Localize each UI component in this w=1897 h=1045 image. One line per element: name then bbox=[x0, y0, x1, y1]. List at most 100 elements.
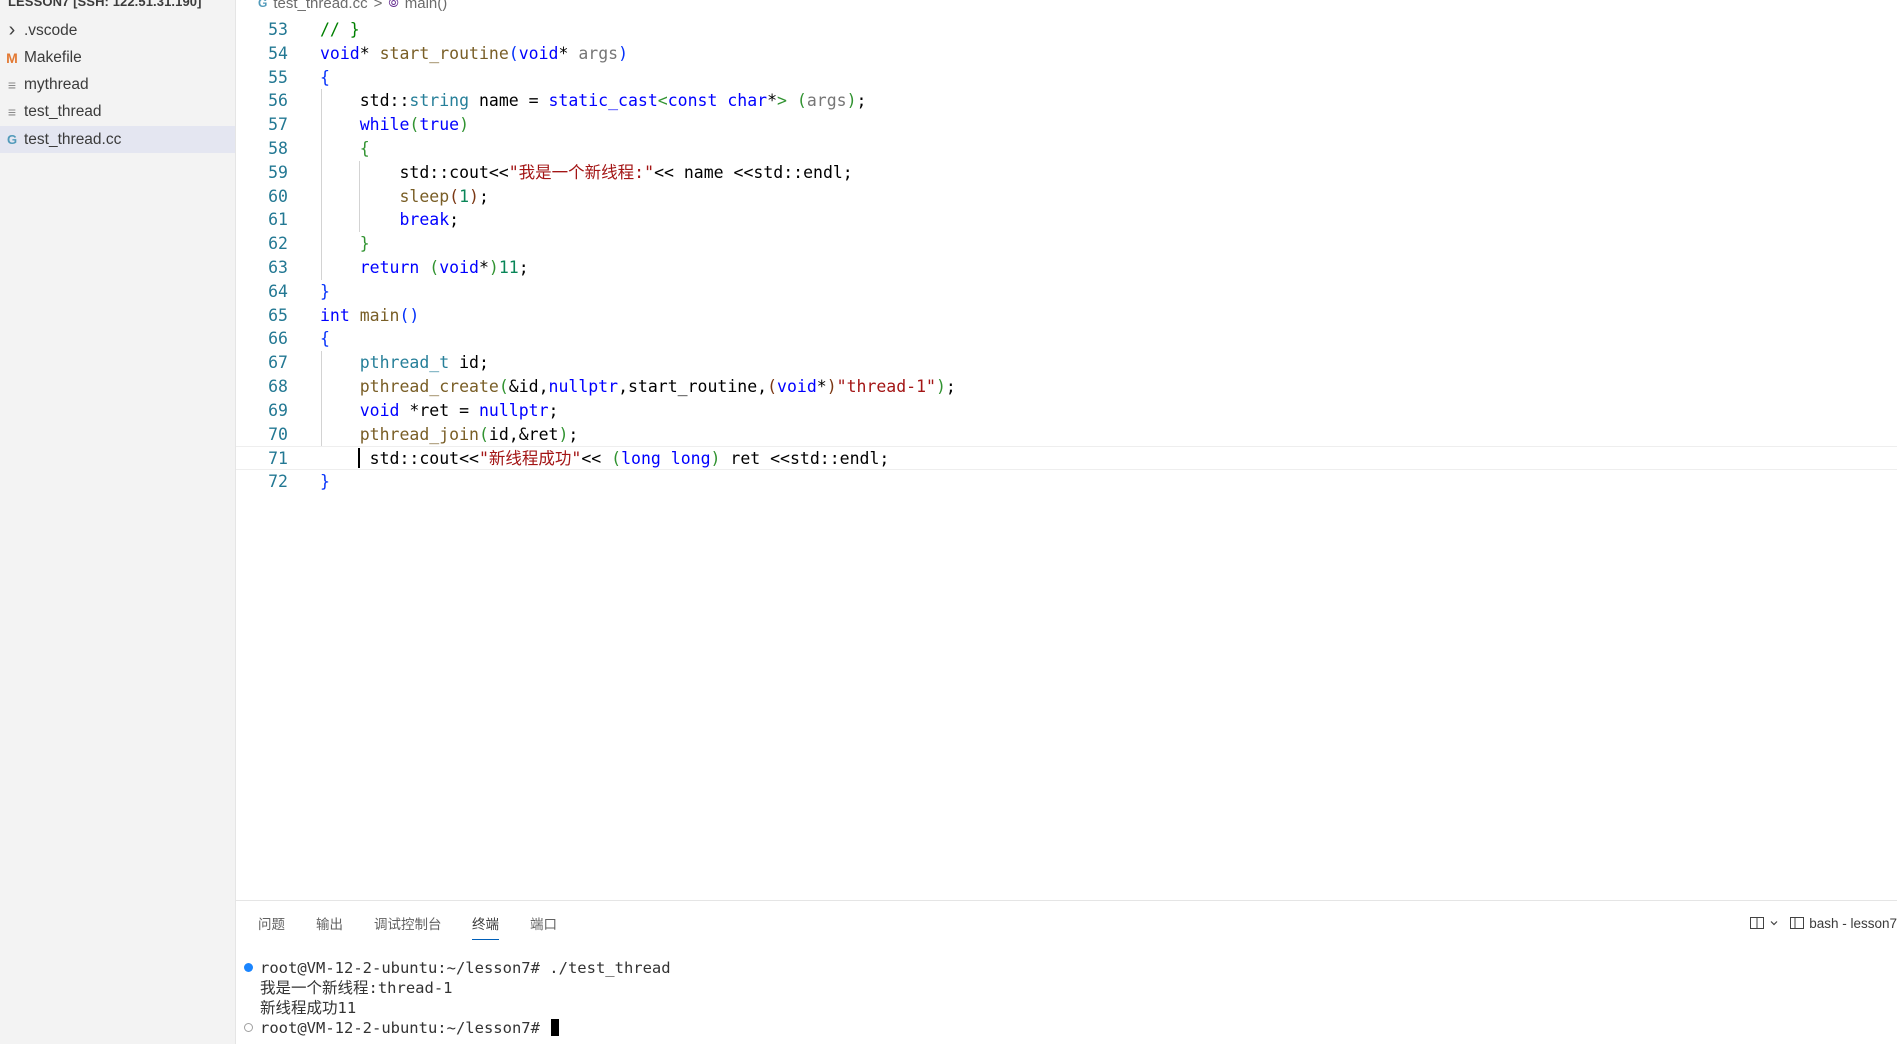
breadcrumb: G test_thread.cc > ⦾ main() bbox=[258, 0, 447, 13]
line-number: 53 bbox=[268, 20, 288, 39]
code-text: { bbox=[320, 67, 330, 87]
code-line[interactable]: 53 // } bbox=[236, 18, 1897, 42]
file-lines-icon: ≡ bbox=[7, 104, 17, 120]
line-number: 64 bbox=[268, 281, 288, 301]
code-line[interactable]: 57 while(true) bbox=[236, 113, 1897, 137]
panel-tab[interactable]: 终端 bbox=[472, 913, 499, 940]
line-number: 67 bbox=[268, 353, 288, 373]
terminal-instance-label: bash - lesson7 bbox=[1809, 915, 1897, 931]
split-icon bbox=[1750, 917, 1765, 929]
explorer-folder-header[interactable]: LESSON7 [SSH: 122.51.31.190] bbox=[8, 0, 202, 12]
breadcrumb-symbol[interactable]: main() bbox=[405, 0, 448, 12]
indent-guide bbox=[321, 351, 322, 375]
indent-guide bbox=[321, 137, 322, 161]
code-text: void *ret = nullptr; bbox=[359, 400, 559, 420]
bottom-panel: 问题 输出 调试控制台 终端 端口 bash - lesson7 root@VM-12-… bbox=[236, 900, 1897, 1045]
sidebar-item-mythread[interactable]: ≡ mythread bbox=[0, 72, 235, 99]
sidebar-item-label: Makefile bbox=[24, 49, 82, 66]
code-line[interactable]: 54 void* start_routine(void* args) bbox=[236, 42, 1897, 66]
code-text: } bbox=[320, 472, 330, 492]
sidebar-item-label: test_thread.cc bbox=[24, 130, 122, 148]
line-number: 62 bbox=[268, 234, 288, 254]
code-text: } bbox=[359, 234, 370, 254]
code-text: break; bbox=[399, 210, 460, 230]
code-line[interactable]: 55 { bbox=[236, 66, 1897, 90]
terminal-line: root@VM-12-2-ubuntu:~/lesson7# ./test_th… bbox=[260, 958, 671, 978]
sidebar-item-label: mythread bbox=[24, 76, 89, 93]
indent-guide bbox=[321, 89, 322, 114]
code-line[interactable]: 70 pthread_join(id,&ret); bbox=[236, 422, 1897, 447]
line-number: 63 bbox=[268, 258, 288, 277]
terminal-output[interactable]: root@VM-12-2-ubuntu:~/lesson7# ./test_th… bbox=[236, 949, 1897, 1045]
code-line[interactable]: 63 return (void*)11; bbox=[236, 256, 1897, 280]
breadcrumb-separator-icon: > bbox=[373, 0, 383, 12]
code-text: void* start_routine(void* args) bbox=[320, 43, 629, 63]
sidebar-item-test-thread[interactable]: ≡ test_thread bbox=[0, 99, 235, 126]
command-success-dot-icon[interactable] bbox=[244, 963, 253, 972]
code-text: std::cout<<"我是一个新线程:"<< name <<std::endl… bbox=[320, 162, 853, 182]
code-line[interactable]: 62 } bbox=[236, 232, 1897, 256]
code-text: int main() bbox=[320, 305, 420, 325]
line-number: 61 bbox=[268, 210, 288, 230]
code-line[interactable]: 58 { bbox=[236, 137, 1897, 161]
code-line[interactable]: 71 std::cout<<"新线程成功"<< (long long) ret … bbox=[236, 446, 1897, 471]
command-idle-dot-icon[interactable] bbox=[244, 1023, 253, 1032]
line-number: 55 bbox=[268, 67, 288, 87]
code-line[interactable]: 64} bbox=[236, 280, 1897, 304]
code-editor[interactable]: 53// } 54 void* start_routine(void* args) 5… bbox=[236, 18, 1897, 898]
indent-guide bbox=[321, 208, 322, 233]
code-line[interactable]: 69 void *ret = nullptr; bbox=[236, 398, 1897, 423]
makefile-icon: M bbox=[6, 50, 18, 66]
line-number: 69 bbox=[268, 400, 288, 420]
sidebar-item-vscode[interactable]: › .vscode bbox=[0, 17, 235, 44]
indent-guide bbox=[359, 184, 361, 209]
cpp-file-icon: G bbox=[6, 132, 18, 147]
code-line[interactable]: 66 { bbox=[236, 327, 1897, 351]
breadcrumb-file[interactable]: test_thread.cc bbox=[273, 0, 367, 12]
line-number: 60 bbox=[268, 186, 288, 206]
indent-guide bbox=[321, 113, 322, 137]
sidebar-item-label: test_thread bbox=[24, 103, 102, 120]
terminal-line: 我是一个新线程:thread-1 bbox=[260, 978, 453, 998]
code-text: // } bbox=[320, 20, 360, 39]
code-line[interactable]: 61 break; bbox=[236, 208, 1897, 233]
panel-tab[interactable]: 问题 bbox=[258, 913, 285, 939]
line-number: 65 bbox=[268, 305, 288, 325]
panel-tab[interactable]: 输出 bbox=[316, 913, 343, 939]
terminal-line: root@VM-12-2-ubuntu:~/lesson7# bbox=[260, 1018, 560, 1038]
terminal-line-text: root@VM-12-2-ubuntu:~/lesson7# bbox=[260, 1019, 550, 1037]
code-text: { bbox=[359, 139, 370, 158]
code-line[interactable]: 56 std::string name = static_cast<const … bbox=[236, 89, 1897, 114]
panel-tab[interactable]: 端口 bbox=[530, 913, 557, 939]
code-text: while(true) bbox=[359, 115, 470, 135]
panel-tab[interactable]: 调试控制台 bbox=[374, 913, 442, 939]
function-symbol-icon: ⦾ bbox=[388, 0, 399, 10]
indent-guide bbox=[321, 398, 322, 423]
code-text: pthread_t id; bbox=[359, 353, 489, 373]
chevron-right-icon: › bbox=[8, 19, 16, 41]
split-terminal-button[interactable] bbox=[1749, 915, 1779, 931]
terminal-line: 新线程成功11 bbox=[260, 998, 356, 1018]
code-text: return (void*)11; bbox=[359, 258, 529, 277]
indent-guide bbox=[321, 375, 322, 399]
code-line[interactable]: 68 pthread_create(&id,nullptr,start_rout… bbox=[236, 375, 1897, 399]
terminal-instance-button[interactable]: bash - lesson7 bbox=[1789, 915, 1897, 931]
terminal-line-text: 我是一个新线程:thread-1 bbox=[260, 979, 453, 997]
code-line[interactable]: 60 sleep(1); bbox=[236, 184, 1897, 209]
cpp-file-icon: G bbox=[258, 0, 268, 10]
sidebar-item-test-thread-cc[interactable]: Gtest_thread.cc bbox=[0, 126, 235, 153]
code-line[interactable]: 72} bbox=[236, 470, 1897, 494]
indent-guide bbox=[321, 160, 322, 185]
code-line[interactable]: 59 std::cout<<"我是一个新线程:"<< name <<std::e… bbox=[236, 160, 1897, 185]
indent-guide bbox=[321, 422, 322, 447]
line-number: 58 bbox=[268, 139, 288, 158]
line-number: 70 bbox=[268, 424, 288, 444]
code-line[interactable]: 67 pthread_t id; bbox=[236, 351, 1897, 375]
indent-guide bbox=[321, 256, 322, 280]
chevron-down-icon bbox=[1770, 921, 1778, 926]
code-line[interactable]: 65 int main() bbox=[236, 304, 1897, 328]
sidebar-item-makefile[interactable]: M Makefile bbox=[0, 45, 235, 72]
text-cursor bbox=[358, 448, 361, 469]
code-text: { bbox=[320, 329, 330, 349]
explorer-sidebar: LESSON7 [SSH: 122.51.31.190] › .vscode M Ma… bbox=[0, 0, 236, 1044]
